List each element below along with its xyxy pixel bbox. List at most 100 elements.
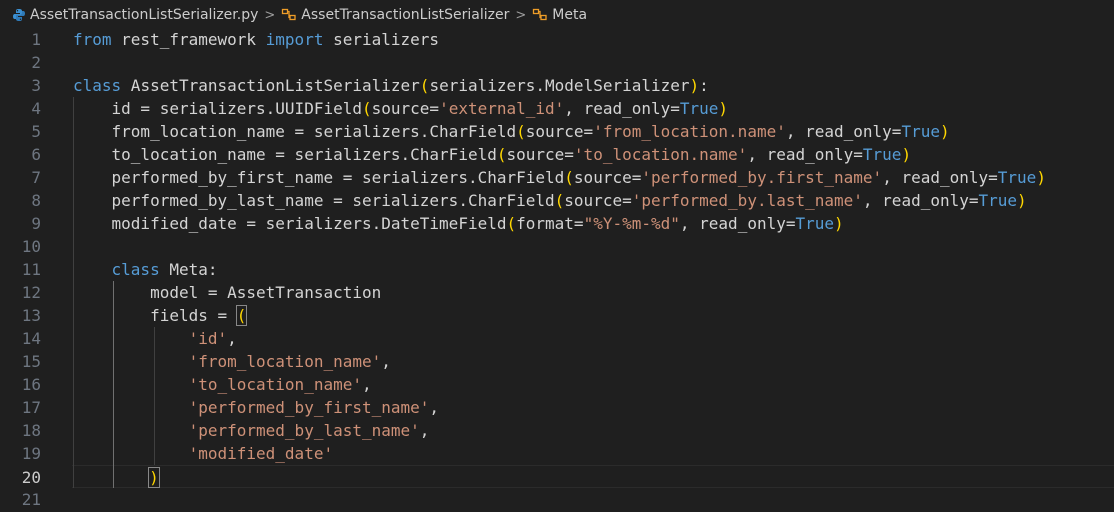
code-text: to_location_name = serializers.CharField…: [73, 143, 912, 166]
code-line[interactable]: 13 fields = (: [0, 304, 1114, 327]
code-editor[interactable]: 1 from rest_framework import serializers 2…: [0, 28, 1114, 512]
line-number: 2: [31, 53, 41, 72]
code-line[interactable]: 21: [0, 488, 1114, 511]
line-number: 15: [21, 352, 41, 371]
indent-guide: [113, 281, 115, 488]
code-token: (: [554, 191, 565, 210]
line-number: 12: [21, 283, 41, 302]
code-line[interactable]: 3 class AssetTransactionListSerializer(se…: [0, 74, 1114, 97]
code-token: AssetTransactionListSerializer: [121, 76, 420, 95]
code-line[interactable]: 5 from_location_name = serializers.CharF…: [0, 120, 1114, 143]
code-token: True: [901, 122, 940, 141]
code-line[interactable]: 11 class Meta:: [0, 258, 1114, 281]
code-line[interactable]: 9 modified_date = serializers.DateTimeFi…: [0, 212, 1114, 235]
line-number: 8: [31, 191, 41, 210]
symbol-class-icon: [532, 8, 548, 22]
code-token: class: [111, 260, 160, 279]
indent-guide: [153, 327, 155, 465]
code-line[interactable]: 8 performed_by_last_name = serializers.C…: [0, 189, 1114, 212]
code-text: fields = (: [73, 304, 248, 327]
line-number: 7: [31, 168, 41, 187]
code-text: 'modified_date': [73, 442, 334, 465]
code-token: ): [901, 145, 912, 164]
code-token: ,: [419, 421, 430, 440]
code-line[interactable]: 1 from rest_framework import serializers: [0, 28, 1114, 51]
breadcrumb-file[interactable]: AssetTransactionListSerializer.py: [12, 7, 258, 23]
code-token: ): [718, 99, 729, 118]
code-text: from_location_name = serializers.CharFie…: [73, 120, 950, 143]
code-line[interactable]: 12 model = AssetTransaction: [0, 281, 1114, 304]
code-token: True: [795, 214, 835, 233]
code-token: True: [862, 145, 902, 164]
code-token: model = AssetTransaction: [73, 283, 382, 302]
code-token: rest_framework: [111, 30, 266, 49]
line-number: 14: [21, 329, 41, 348]
code-token: import: [265, 30, 324, 49]
code-line[interactable]: 20 ): [22, 465, 1114, 489]
code-text: performed_by_first_name = serializers.Ch…: [73, 166, 1046, 189]
code-line[interactable]: 14 'id',: [0, 327, 1114, 350]
code-line[interactable]: 4 id = serializers.UUIDField(source='ext…: [0, 97, 1114, 120]
code-token: source=: [573, 168, 642, 187]
code-token: True: [997, 168, 1037, 187]
code-line[interactable]: 15 'from_location_name',: [0, 350, 1114, 373]
code-text: 'performed_by_last_name',: [73, 419, 430, 442]
breadcrumb-separator: >: [515, 7, 527, 23]
code-token: (: [419, 76, 430, 95]
code-token: (: [506, 214, 517, 233]
code-line[interactable]: 19 'modified_date': [0, 442, 1114, 465]
code-line[interactable]: 17 'performed_by_first_name',: [0, 396, 1114, 419]
code-line[interactable]: 10: [0, 235, 1114, 258]
code-line[interactable]: 18 'performed_by_last_name',: [0, 419, 1114, 442]
code-token: ): [1036, 168, 1046, 187]
code-token: 'to_location_name': [188, 375, 362, 394]
code-token: , read_only=: [862, 191, 979, 210]
breadcrumb-meta[interactable]: Meta: [532, 7, 587, 23]
line-number: 13: [21, 306, 41, 325]
code-token: to_location_name = serializers.CharField: [73, 145, 497, 164]
code-token: , read_only=: [882, 168, 998, 187]
line-number: 9: [31, 214, 41, 233]
code-token: 'performed_by_last_name': [188, 421, 420, 440]
code-text: performed_by_last_name = serializers.Cha…: [73, 189, 1027, 212]
breadcrumb-class[interactable]: AssetTransactionListSerializer: [281, 7, 509, 23]
code-token: True: [978, 191, 1018, 210]
indent-guide: [73, 97, 74, 488]
code-token: (: [235, 305, 248, 326]
code-line[interactable]: 16 'to_location_name',: [0, 373, 1114, 396]
code-token: source=: [525, 122, 594, 141]
code-text: modified_date = serializers.DateTimeFiel…: [73, 212, 844, 235]
code-text: model = AssetTransaction: [73, 281, 381, 304]
code-token: 'performed_by.last_name': [631, 191, 863, 210]
code-token: 'modified_date': [188, 444, 334, 463]
code-line[interactable]: 2: [0, 51, 1114, 74]
code-line[interactable]: 7 performed_by_first_name = serializers.…: [0, 166, 1114, 189]
code-text: id = serializers.UUIDField(source='exter…: [73, 97, 729, 120]
code-text: ): [72, 466, 160, 489]
line-number: 1: [31, 30, 41, 49]
code-token: 'performed_by.first_name': [641, 168, 883, 187]
code-text: 'performed_by_first_name',: [73, 396, 439, 419]
code-line[interactable]: 6 to_location_name = serializers.CharFie…: [0, 143, 1114, 166]
symbol-class-icon: [281, 8, 297, 22]
line-number: 6: [31, 145, 41, 164]
line-number: 4: [31, 99, 41, 118]
code-token: from_location_name = serializers.CharFie…: [73, 122, 517, 141]
line-number: 10: [21, 237, 41, 256]
code-token: performed_by_first_name = serializers.Ch…: [73, 168, 565, 187]
code-token: Meta:: [159, 260, 218, 279]
code-token: source=: [506, 145, 574, 164]
code-token: ,: [361, 375, 372, 394]
code-token: 'to_location.name': [573, 145, 748, 164]
line-number: 18: [21, 421, 41, 440]
line-number: 16: [21, 375, 41, 394]
code-token: fields =: [73, 306, 237, 325]
line-number: 21: [21, 490, 41, 509]
